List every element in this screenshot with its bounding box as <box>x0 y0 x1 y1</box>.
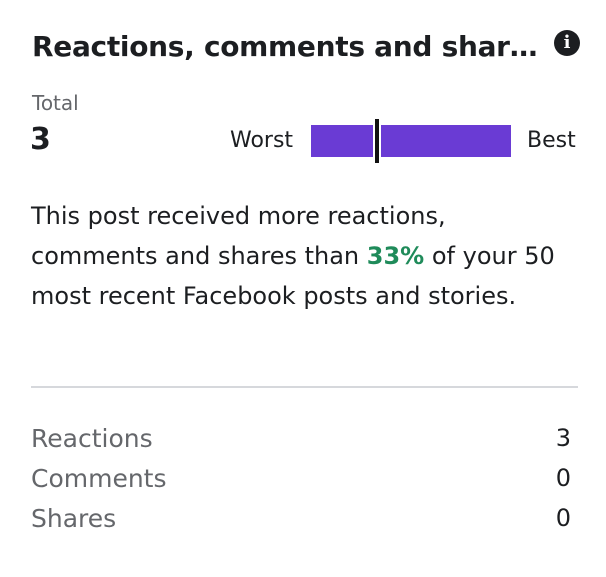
breakdown-row-reactions: Reactions 3 <box>31 422 571 462</box>
breakdown-value: 0 <box>555 464 571 492</box>
scale-bar-left-segment <box>311 125 373 157</box>
performance-description: This post received more reactions, comme… <box>31 196 576 316</box>
total-label: Total <box>32 91 79 115</box>
reactions-card: Reactions, comments and shar… i Total 3 … <box>0 0 606 577</box>
percentile-highlight: 33% <box>366 242 425 270</box>
scale-best-label: Best <box>527 128 576 153</box>
breakdown-row-shares: Shares 0 <box>31 502 571 542</box>
breakdown-row-comments: Comments 0 <box>31 462 571 502</box>
breakdown-value: 0 <box>555 504 571 532</box>
card-title: Reactions, comments and shar… <box>32 30 538 63</box>
scale-marker <box>375 119 379 163</box>
total-value: 3 <box>30 122 51 157</box>
breakdown-value: 3 <box>555 424 571 452</box>
breakdown-label: Comments <box>31 464 167 493</box>
info-icon[interactable]: i <box>554 30 580 56</box>
performance-scale-bar <box>311 119 511 163</box>
breakdown-label: Shares <box>31 504 117 533</box>
engagement-breakdown: Reactions 3 Comments 0 Shares 0 <box>31 422 571 542</box>
scale-worst-label: Worst <box>230 128 294 153</box>
scale-bar-right-segment <box>381 125 511 157</box>
breakdown-label: Reactions <box>31 424 153 453</box>
divider <box>31 386 578 388</box>
